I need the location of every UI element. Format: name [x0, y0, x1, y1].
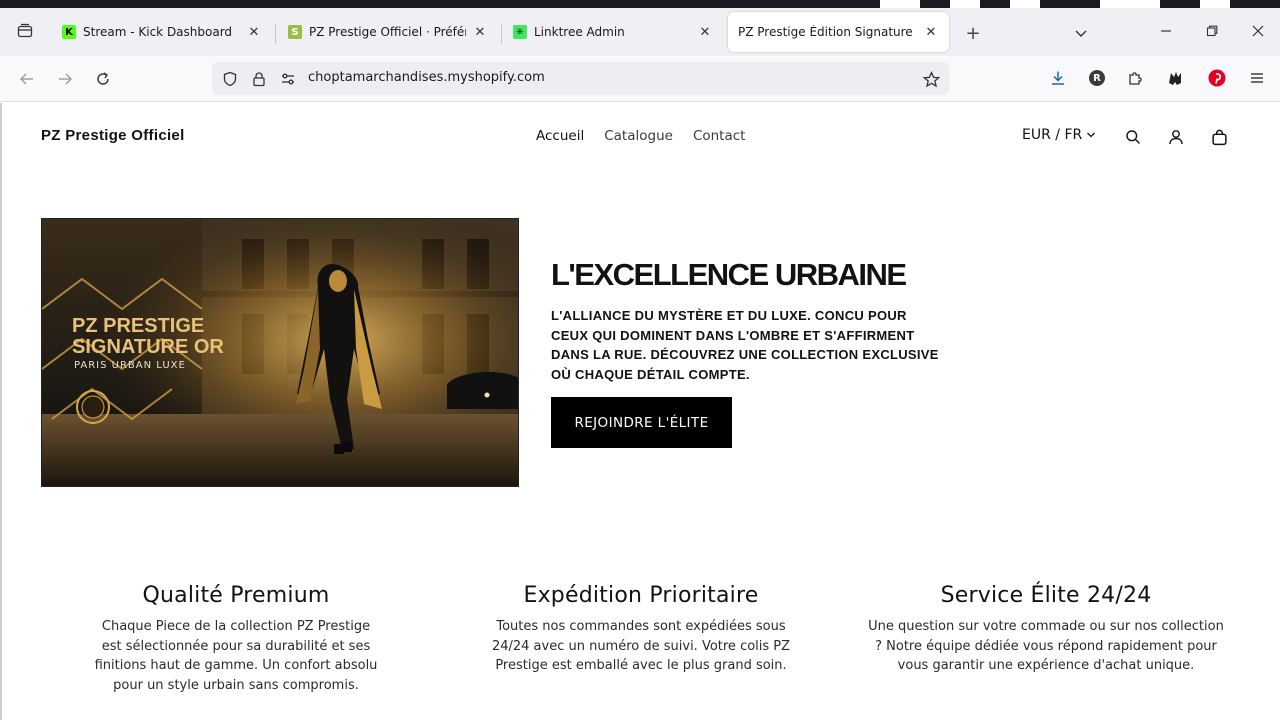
tab-kick-dashboard[interactable]: K Stream - Kick Dashboard ✕: [52, 12, 272, 52]
tab-shopify-preferences[interactable]: S PZ Prestige Officiel · Préférences ✕: [278, 12, 498, 52]
feature-text-line: vous garantir une expérience d'achat uni…: [897, 658, 1195, 673]
minimize-icon[interactable]: [1153, 20, 1179, 42]
hero-description: L'ALLIANCE DU MYSTÈRE ET DU LUXE. CONCU …: [551, 308, 939, 382]
close-window-icon[interactable]: [1245, 20, 1271, 42]
new-tab-icon[interactable]: +: [962, 22, 984, 44]
chevron-down-icon: [1087, 132, 1096, 138]
tab-title: Stream - Kick Dashboard: [83, 25, 233, 39]
account-extension-icon[interactable]: R: [1086, 67, 1108, 89]
feature-title: Qualité Premium: [142, 583, 330, 608]
lock-icon[interactable]: [249, 69, 269, 89]
extension-badge: R: [1093, 72, 1101, 84]
shopify-icon: S: [288, 25, 302, 39]
store-main-nav: Accueil Catalogue Contact: [536, 128, 745, 144]
hero-photo-artwork: PZ PRESTIGE SIGNATURE OR PARIS URBAN LUX…: [42, 219, 518, 486]
wolf-extension-icon[interactable]: [1164, 67, 1186, 89]
linktree-icon: ✳: [513, 25, 527, 39]
feature-text-line: finitions haut de gamme. Un confort abso…: [94, 658, 378, 673]
window-top-strip: [0, 0, 1280, 8]
address-bar[interactable]: choptamarchandises.myshopify.com: [212, 62, 949, 95]
hero-image-title-line-2: SIGNATURE OR: [72, 336, 224, 358]
feature-text-line: pour un style urbain sans compromis.: [113, 677, 359, 693]
kick-icon: K: [62, 25, 76, 39]
feature-shipping: Expédition Prioritaire Toutes nos comman…: [460, 583, 822, 676]
close-tab-icon[interactable]: ✕: [472, 24, 488, 40]
restore-icon[interactable]: [1199, 20, 1225, 42]
join-elite-button[interactable]: REJOINDRE L'ÉLITE: [551, 397, 732, 448]
hero-banner-image[interactable]: PZ PRESTIGE SIGNATURE OR PARIS URBAN LUX…: [41, 218, 519, 487]
feature-text-line: Une question sur votre commade ou sur no…: [868, 619, 1224, 634]
download-icon[interactable]: [1047, 67, 1069, 89]
account-icon[interactable]: [1165, 126, 1187, 148]
hero-image-title-line-1: PZ PRESTIGE: [72, 315, 204, 337]
extensions-puzzle-icon[interactable]: [1124, 67, 1146, 89]
tab-title: Linktree Admin: [534, 25, 625, 39]
tab-title: PZ Prestige Édition Signature Or - C: [738, 25, 917, 39]
browser-window: K Stream - Kick Dashboard ✕ S PZ Prestig…: [0, 0, 1280, 720]
store-logo-text[interactable]: PZ Prestige Officiel: [41, 127, 185, 144]
back-arrow-icon[interactable]: [14, 66, 40, 92]
feature-text-line: Toutes nos commandes sont expédiées sous: [496, 619, 786, 634]
feature-text: Chaque Piece de la collection PZ Prestig…: [60, 617, 412, 695]
close-tab-icon[interactable]: ✕: [697, 24, 713, 40]
nav-link-contact[interactable]: Contact: [693, 128, 746, 144]
feature-text: Toutes nos commandes sont expédiées sous…: [460, 617, 822, 676]
url-text[interactable]: choptamarchandises.myshopify.com: [308, 70, 545, 85]
forward-arrow-icon[interactable]: [52, 66, 78, 92]
chevron-down-icon[interactable]: [1070, 22, 1092, 44]
background-artwork: [1010, 0, 1040, 8]
feature-title: Expédition Prioritaire: [523, 583, 759, 608]
hero-title: L'EXCELLENCE URBAINE: [551, 257, 907, 292]
background-artwork: [1200, 0, 1230, 8]
locale-label: EUR / FR: [1022, 127, 1083, 143]
navigation-toolbar: choptamarchandises.myshopify.com R: [0, 56, 1280, 102]
search-icon[interactable]: [1122, 126, 1144, 148]
tab-separator: [275, 24, 276, 44]
reload-icon[interactable]: [90, 66, 116, 92]
tab-linktree-admin[interactable]: ✳ Linktree Admin ✕: [503, 12, 723, 52]
feature-text-line: est sélectionnée pour sa durabilité et s…: [101, 638, 371, 654]
bookmark-star-icon[interactable]: [921, 69, 941, 89]
background-artwork: [1100, 0, 1160, 8]
window-edge: [0, 103, 2, 720]
tab-bar: K Stream - Kick Dashboard ✕ S PZ Prestig…: [0, 8, 1280, 56]
feature-text-line: Chaque Piece de la collection PZ Prestig…: [101, 619, 371, 634]
cart-bag-icon[interactable]: [1208, 126, 1230, 148]
feature-title: Service Élite 24/24: [940, 583, 1152, 608]
background-artwork: [950, 0, 980, 8]
store-page: PZ Prestige Officiel Accueil Catalogue C…: [0, 103, 1280, 720]
feature-text-line: 24/24 avec un numéro de suivi. Votre col…: [491, 638, 791, 654]
feature-text: Une question sur votre commade ou sur no…: [846, 617, 1246, 676]
tab-list-icon[interactable]: [12, 18, 38, 44]
nav-link-catalogue[interactable]: Catalogue: [604, 128, 673, 144]
tab-title: PZ Prestige Officiel · Préférences: [309, 25, 466, 39]
site-settings-icon[interactable]: [278, 69, 298, 89]
feature-quality: Qualité Premium Chaque Piece de la colle…: [60, 583, 412, 695]
close-tab-icon[interactable]: ✕: [923, 24, 939, 40]
background-artwork: [880, 0, 920, 8]
currency-language-selector[interactable]: EUR / FR: [1022, 127, 1096, 143]
hero-image-subtitle: PARIS URBAN LUXE: [74, 360, 186, 371]
menu-hamburger-icon[interactable]: [1246, 67, 1268, 89]
nav-link-accueil[interactable]: Accueil: [536, 128, 584, 144]
tab-pz-prestige-signature[interactable]: PZ Prestige Édition Signature Or - C ✕: [728, 12, 949, 52]
pinterest-icon[interactable]: [1206, 67, 1228, 89]
feature-text-line: Prestige est emballé avec le plus grand …: [495, 658, 787, 673]
tab-separator: [501, 24, 502, 44]
close-tab-icon[interactable]: ✕: [246, 24, 262, 40]
shield-icon[interactable]: [220, 69, 240, 89]
feature-service: Service Élite 24/24 Une question sur vot…: [846, 583, 1246, 676]
feature-text-line: ? Notre équipe dédiée vous répond rapide…: [875, 638, 1217, 654]
